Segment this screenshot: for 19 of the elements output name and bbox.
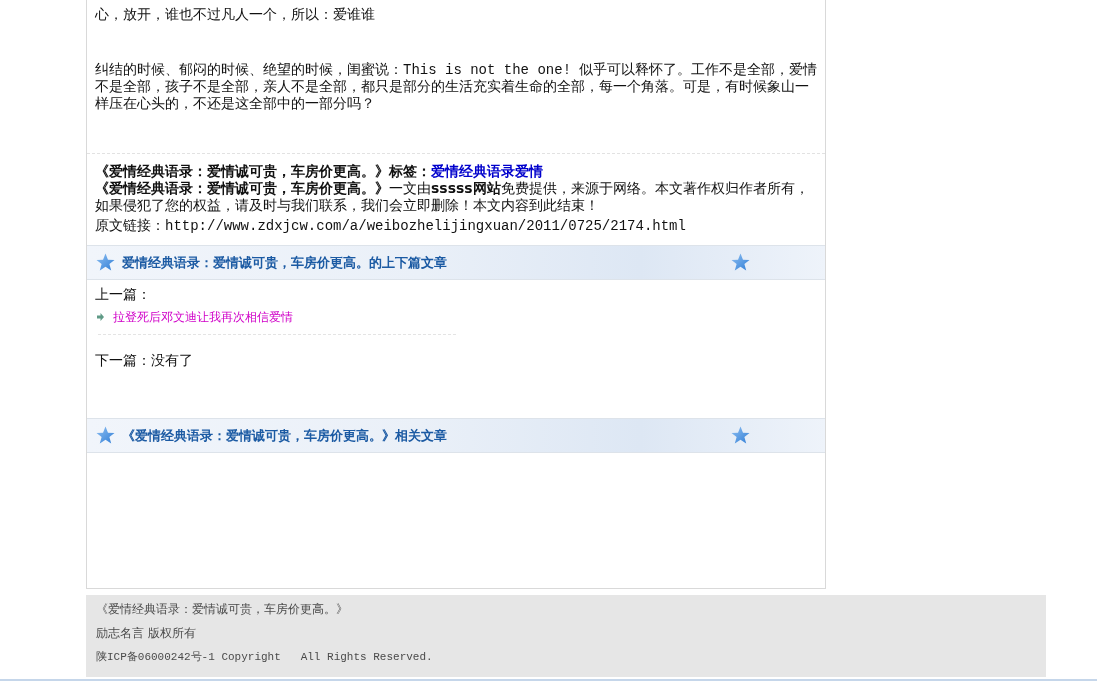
star-icon (96, 426, 115, 445)
previous-label: 上一篇： (95, 286, 152, 303)
arrow-right-icon (97, 313, 104, 321)
next-label: 下一篇：没有了 (95, 352, 194, 369)
footer-site-text: 励志名言 版权所有 (96, 626, 197, 641)
footer-title: 《爱情经典语录：爱情诚可贵，车房价更高。》 (96, 602, 349, 617)
footer-copyright: 陕ICP备06000242号-1 Copyright All Rights Reserved. (96, 650, 434, 665)
star-icon (731, 253, 750, 272)
source-url-text: 原文链接：http://www.zdxjcw.com/a/weibozhelijingxuan/2011/0725/2174.html (95, 218, 687, 235)
article-paragraph: 心，放开，谁也不过凡人一个，所以：爱谁谁 (95, 7, 376, 24)
star-icon (96, 253, 115, 272)
section-title: 爱情经典语录：爱情诚可贵，车房价更高。的上下篇文章 (122, 253, 448, 272)
tags-label: 《爱情经典语录：爱情诚可贵，车房价更高。》标签： (95, 163, 431, 180)
copyright-notice: 《爱情经典语录：爱情诚可贵，车房价更高。》一文由sssss网站免费提供，来源于网络。本文著作权归作者所有，如果侵犯了您的权益，请及时与我们联系，我们会立即删除！本文内容到此结束！ (95, 180, 810, 215)
previous-article-link[interactable]: 拉登死后邓文迪让我再次相信爱情 (113, 310, 293, 324)
star-icon (731, 426, 750, 445)
section-title: 《爱情经典语录：爱情诚可贵，车房价更高。》相关文章 (122, 426, 448, 445)
tag-link[interactable]: 爱情经典语录爱情 (431, 163, 543, 180)
article-paragraph: 纠结的时候、郁闷的时候、绝望的时候，闺蜜说：This is not the one! 似乎可以释怀了。工作不是全部，爱情不是全部，孩子不是全部，亲人不是全部，都只是部分的生活充实着生命的全部，每一个角落。可是，有时候象山一样压在心头的，不还是这全部中的一部分吗？ (95, 62, 819, 113)
